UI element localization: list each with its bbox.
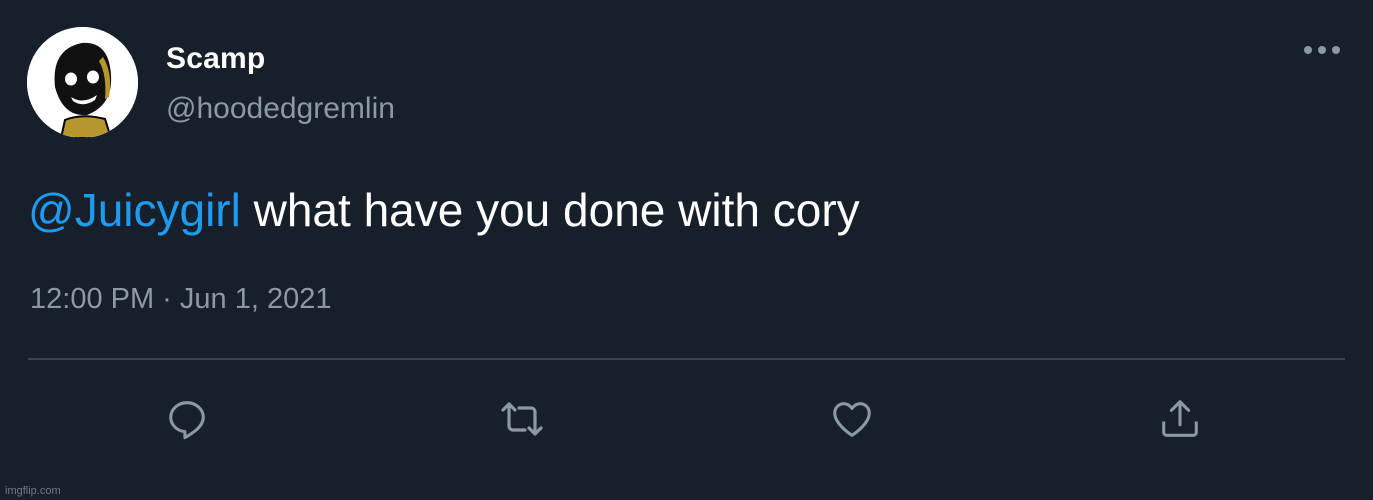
retweet-icon <box>501 402 543 436</box>
tweet-card: Scamp @hoodedgremlin @Juicygirl what hav… <box>0 0 1373 500</box>
more-dots-icon <box>1304 46 1340 54</box>
hooded-character-avatar-image <box>27 27 138 138</box>
share-icon <box>1162 400 1198 437</box>
divider <box>28 358 1345 360</box>
heart-icon <box>833 402 871 437</box>
mention-link[interactable]: @Juicygirl <box>28 184 241 236</box>
like-button[interactable] <box>826 393 878 445</box>
tweet-text: @Juicygirl what have you done with cory <box>28 182 860 238</box>
reply-button[interactable] <box>161 393 213 445</box>
more-options-button[interactable] <box>1298 36 1346 64</box>
imgflip-watermark: imgflip.com <box>5 485 61 497</box>
display-name[interactable]: Scamp <box>166 42 265 76</box>
tweet-timestamp[interactable]: 12:00 PM · Jun 1, 2021 <box>30 283 331 316</box>
tweet-body: what have you done with cory <box>240 184 860 236</box>
retweet-button[interactable] <box>496 393 548 445</box>
reply-icon <box>169 401 205 440</box>
avatar[interactable] <box>27 27 138 138</box>
user-handle[interactable]: @hoodedgremlin <box>166 92 395 126</box>
share-button[interactable] <box>1154 393 1206 445</box>
